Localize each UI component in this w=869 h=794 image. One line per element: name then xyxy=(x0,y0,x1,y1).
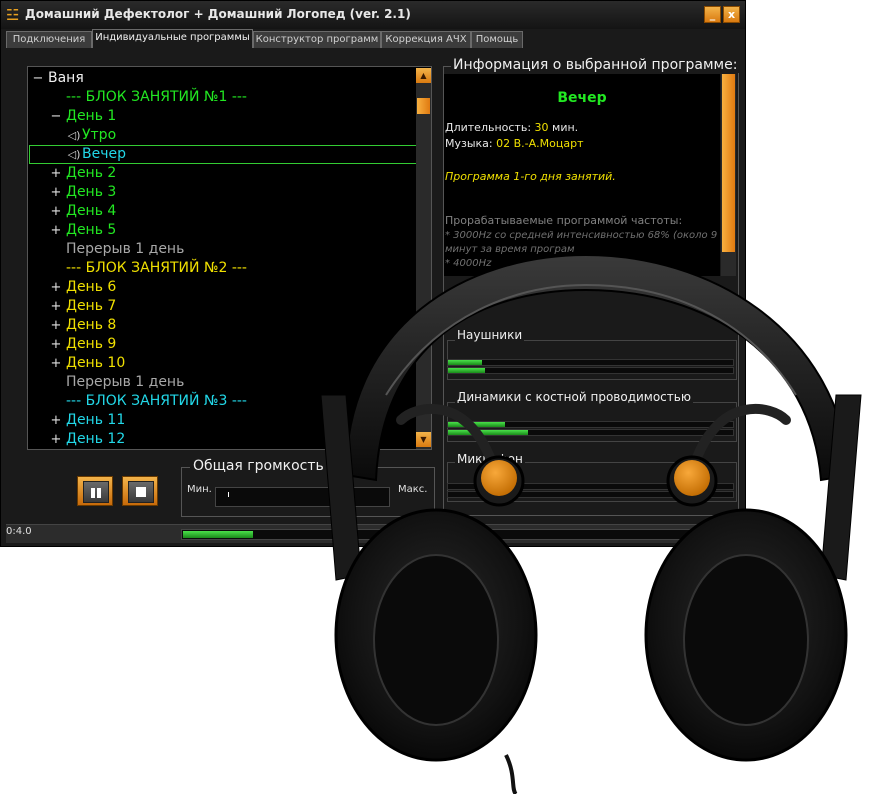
tab-connections[interactable]: Подключения xyxy=(6,31,92,48)
pause-button[interactable] xyxy=(77,476,113,506)
tree-item-label: Ваня xyxy=(48,70,84,86)
tree-item-label: Перерыв 1 день xyxy=(66,374,185,390)
program-description: Программа 1-го дня занятий. xyxy=(445,170,616,183)
scrollbar-thumb[interactable] xyxy=(417,98,430,114)
frequency-item: * 3000Hz со средней интенсивностью 68% (… xyxy=(445,230,718,241)
tab-program-builder[interactable]: Конструктор программ xyxy=(253,31,381,48)
info-title: Информация о выбранной программе: xyxy=(451,57,740,73)
tree-item-label: День 10 xyxy=(66,355,126,371)
tree-item-label: Утро xyxy=(82,127,117,143)
tree-label: Перерыв 1 день xyxy=(66,240,184,259)
tree-item-label: День 3 xyxy=(66,184,117,200)
tree-item-label: Вечер xyxy=(82,146,126,162)
tree-label: Перерыв 1 день xyxy=(66,373,184,392)
collapse-icon[interactable]: − xyxy=(32,69,44,88)
stop-button[interactable] xyxy=(122,476,158,506)
tree-node[interactable]: + День 4 xyxy=(50,202,117,221)
headphones-photo xyxy=(320,253,862,794)
tree-node[interactable]: + День 6 xyxy=(50,278,117,297)
tree-node[interactable]: + День 9 xyxy=(50,335,117,354)
program-name: Вечер xyxy=(557,90,607,106)
tree-item-label: --- БЛОК ЗАНЯТИЙ №1 --- xyxy=(66,89,247,105)
stop-icon xyxy=(136,487,146,497)
collapse-icon[interactable]: − xyxy=(50,107,62,126)
tree-node[interactable]: − Ваня xyxy=(32,69,84,88)
tree-item-label: Перерыв 1 день xyxy=(66,241,185,257)
tree-node[interactable]: + День 8 xyxy=(50,316,117,335)
expand-icon[interactable]: + xyxy=(50,430,62,449)
tree-item-label: День 1 xyxy=(66,108,117,124)
expand-icon[interactable]: + xyxy=(50,354,62,373)
scroll-up-arrow-icon[interactable]: ▲ xyxy=(416,68,431,83)
tree-item-label: --- БЛОК ЗАНЯТИЙ №2 --- xyxy=(66,260,247,276)
info-scrollbar-thumb[interactable] xyxy=(722,74,735,252)
tree-node[interactable]: + День 3 xyxy=(50,183,117,202)
expand-icon[interactable]: + xyxy=(50,278,62,297)
tree-program-item[interactable]: ◁) Утро xyxy=(66,126,117,145)
speaker-icon: ◁) xyxy=(67,129,81,142)
tree-node[interactable]: + День 12 xyxy=(50,430,126,449)
expand-icon[interactable]: + xyxy=(50,297,62,316)
minimize-button[interactable]: _ xyxy=(704,6,721,23)
pause-icon xyxy=(91,488,95,498)
tree-item-label: День 6 xyxy=(66,279,117,295)
expand-icon[interactable]: + xyxy=(50,164,62,183)
expand-icon[interactable]: + xyxy=(50,411,62,430)
playback-progress-fill xyxy=(183,531,253,538)
tree-item-label: День 12 xyxy=(66,431,126,447)
tree-node[interactable]: + День 7 xyxy=(50,297,117,316)
tree-node[interactable]: − День 1 xyxy=(50,107,117,126)
tree-program-item[interactable]: ◁) Вечер xyxy=(66,145,126,164)
tree-item-label: День 4 xyxy=(66,203,117,219)
expand-icon[interactable]: + xyxy=(50,202,62,221)
tree-node[interactable]: + День 11 xyxy=(50,411,126,430)
tree-label: --- БЛОК ЗАНЯТИЙ №2 --- xyxy=(66,259,247,278)
tree-item-label: День 2 xyxy=(66,165,117,181)
tree-item-label: День 5 xyxy=(66,222,117,238)
speaker-icon: ◁) xyxy=(67,148,81,161)
tree-item-label: --- БЛОК ЗАНЯТИЙ №3 --- xyxy=(66,393,247,409)
tree-node[interactable]: + День 5 xyxy=(50,221,117,240)
tree-item-label: День 9 xyxy=(66,336,117,352)
tree-item-label: День 7 xyxy=(66,298,117,314)
title-bar: ☳ Домашний Дефектолог + Домашний Логопед… xyxy=(1,1,745,29)
window-title: Домашний Дефектолог + Домашний Логопед (… xyxy=(25,7,411,21)
volume-slider-handle[interactable] xyxy=(228,492,229,497)
frequency-title: Прорабатываемые программой частоты: xyxy=(445,214,683,227)
tree-label: --- БЛОК ЗАНЯТИЙ №3 --- xyxy=(66,392,247,411)
elapsed-time: 0:4.0 xyxy=(6,526,32,537)
expand-icon[interactable]: + xyxy=(50,183,62,202)
volume-title: Общая громкость xyxy=(190,458,327,474)
ear-icon: ☳ xyxy=(6,6,20,24)
tree-item-label: День 8 xyxy=(66,317,117,333)
duration-unit: мин. xyxy=(552,121,579,134)
duration-label: Длительность: xyxy=(445,121,532,134)
tab-help[interactable]: Помощь xyxy=(471,31,523,48)
expand-icon[interactable]: + xyxy=(50,335,62,354)
tab-individual-programs[interactable]: Индивидуальные программы xyxy=(92,29,253,48)
music-label: Музыка: xyxy=(445,137,493,150)
close-button[interactable]: x xyxy=(723,6,740,23)
tree-node[interactable]: + День 10 xyxy=(50,354,126,373)
tree-node[interactable]: + День 2 xyxy=(50,164,117,183)
expand-icon[interactable]: + xyxy=(50,316,62,335)
tree-label: --- БЛОК ЗАНЯТИЙ №1 --- xyxy=(66,88,247,107)
volume-min-label: Мин. xyxy=(187,484,212,495)
duration-line: Длительность: 30 мин. xyxy=(445,121,578,134)
music-value: 02 В.-А.Моцарт xyxy=(496,137,584,150)
expand-icon[interactable]: + xyxy=(50,221,62,240)
tree-item-label: День 11 xyxy=(66,412,126,428)
tab-frequency-correction[interactable]: Коррекция АЧХ xyxy=(381,31,471,48)
duration-value: 30 xyxy=(534,121,549,134)
pause-icon-bar xyxy=(97,488,101,498)
music-line: Музыка: 02 В.-А.Моцарт xyxy=(445,137,584,150)
